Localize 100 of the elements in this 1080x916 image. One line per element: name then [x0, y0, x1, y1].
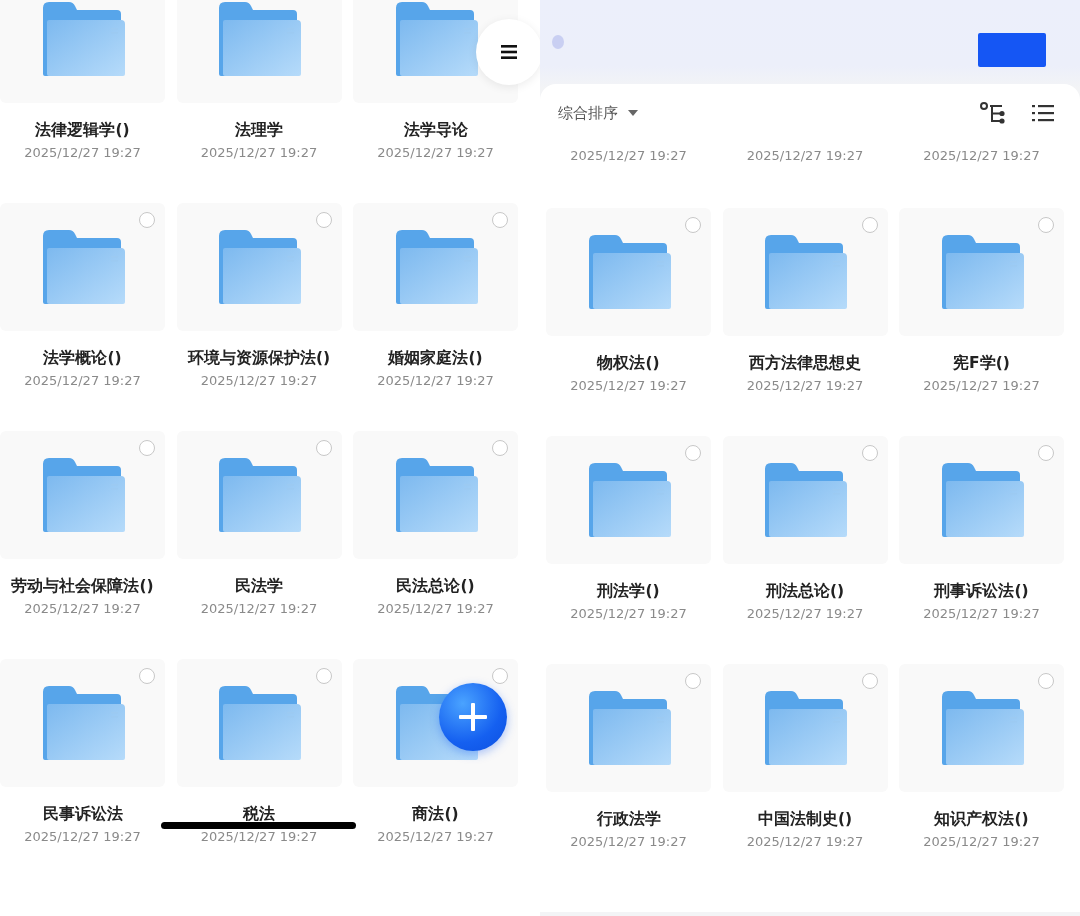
folder-date: 2025/12/27 19:27	[570, 148, 687, 164]
folder-icon	[939, 461, 1024, 539]
sort-dropdown[interactable]: 综合排序	[558, 103, 638, 123]
select-checkbox[interactable]	[1038, 217, 1054, 233]
folder-date: 2025/12/27 19:27	[24, 601, 141, 617]
select-checkbox[interactable]	[315, 212, 332, 228]
folder-date: 2025/12/27 19:27	[923, 834, 1040, 850]
folder-icon	[40, 228, 125, 306]
folder-name: 刑事诉讼法()	[934, 581, 1029, 601]
folder-tile[interactable]	[0, 0, 165, 103]
folder-tile[interactable]	[176, 659, 342, 787]
select-checkbox[interactable]	[492, 668, 508, 684]
list-view-icon[interactable]	[1032, 104, 1054, 122]
folder-icon	[393, 228, 478, 306]
select-checkbox[interactable]	[861, 673, 878, 689]
folder-icon	[40, 0, 125, 78]
folder-tile[interactable]	[546, 664, 711, 792]
folder-name: 民事诉讼法	[42, 804, 123, 824]
select-checkbox[interactable]	[492, 440, 508, 456]
folder-icon	[939, 233, 1024, 311]
folder-date: 2025/12/27 19:27	[570, 606, 687, 622]
folder-name: 宪F学()	[953, 353, 1010, 373]
select-checkbox[interactable]	[861, 217, 878, 233]
caret-icon	[628, 110, 638, 116]
folder-name: 民法学	[235, 576, 283, 596]
folder-icon	[393, 0, 478, 78]
folder-date: 2025/12/27 19:27	[746, 834, 864, 850]
folder-icon	[763, 233, 847, 311]
folder-name: 刑法总论()	[765, 581, 845, 601]
tree-view-icon[interactable]	[980, 102, 1006, 124]
folder-name: 婚姻家庭法()	[388, 348, 483, 368]
folder-name: 法理学	[235, 120, 283, 140]
folder-name: 西方法律思想史	[749, 353, 861, 373]
folder-icon	[586, 689, 671, 767]
folder-tile[interactable]	[0, 203, 165, 331]
select-checkbox[interactable]	[685, 673, 701, 689]
menu-icon	[501, 44, 517, 60]
folder-name: 民法总论()	[396, 576, 475, 596]
folder-name: 法学导论	[403, 120, 468, 140]
select-checkbox[interactable]	[1038, 445, 1054, 461]
folder-name: 物权法()	[597, 353, 660, 373]
select-checkbox[interactable]	[1038, 673, 1054, 689]
folder-tile[interactable]	[722, 208, 888, 336]
folder-tile[interactable]	[176, 203, 342, 331]
folder-date: 2025/12/27 19:27	[923, 148, 1040, 164]
folder-tile[interactable]	[722, 664, 888, 792]
folder-tile[interactable]	[899, 208, 1064, 336]
folder-icon	[763, 689, 847, 767]
folder-name: 税法	[243, 804, 275, 824]
folder-tile[interactable]	[0, 431, 165, 559]
folder-name: 知识产权法()	[934, 809, 1029, 829]
select-checkbox[interactable]	[315, 440, 332, 456]
folder-date: 2025/12/27 19:27	[200, 829, 318, 845]
folder-date: 2025/12/27 19:27	[377, 601, 494, 617]
folder-tile[interactable]	[546, 436, 711, 564]
folder-date: 2025/12/27 19:27	[923, 378, 1040, 394]
select-checkbox[interactable]	[139, 440, 155, 456]
folder-date: 2025/12/27 19:27	[200, 145, 318, 161]
folder-icon	[217, 0, 301, 78]
folder-tile[interactable]	[0, 659, 165, 787]
folder-icon	[393, 456, 478, 534]
folder-name: 法律逻辑学()	[35, 120, 130, 140]
select-checkbox[interactable]	[861, 445, 878, 461]
folder-name: 劳动与社会保障法()	[11, 576, 154, 596]
folder-date: 2025/12/27 19:27	[746, 606, 864, 622]
folder-icon	[586, 233, 671, 311]
select-checkbox[interactable]	[315, 668, 332, 684]
folder-date: 2025/12/27 19:27	[200, 373, 318, 389]
folder-name: 刑法学()	[597, 581, 660, 601]
folder-tile[interactable]	[353, 203, 518, 331]
folder-date: 2025/12/27 19:27	[923, 606, 1040, 622]
folder-date: 2025/12/27 19:27	[377, 373, 494, 389]
select-checkbox[interactable]	[685, 217, 701, 233]
folder-icon	[217, 228, 301, 306]
select-checkbox[interactable]	[139, 668, 155, 684]
folder-icon	[939, 689, 1024, 767]
folder-icon	[217, 456, 301, 534]
plus-icon	[459, 703, 487, 731]
folder-date: 2025/12/27 19:27	[570, 834, 687, 850]
folder-name: 环境与资源保护法()	[187, 348, 331, 368]
folder-tile[interactable]	[899, 664, 1064, 792]
folder-tile[interactable]	[722, 436, 888, 564]
folder-icon	[40, 684, 125, 762]
folder-tile[interactable]	[899, 436, 1064, 564]
folder-date: 2025/12/27 19:27	[24, 373, 141, 389]
folder-name: 行政法学	[596, 809, 661, 829]
select-checkbox[interactable]	[492, 212, 508, 228]
folder-date: 2025/12/27 19:27	[24, 145, 141, 161]
folder-icon	[40, 456, 125, 534]
folder-tile[interactable]	[176, 0, 342, 103]
folder-name: 法学概论()	[43, 348, 122, 368]
folder-date: 2025/12/27 19:27	[24, 829, 141, 845]
select-checkbox[interactable]	[685, 445, 701, 461]
folder-tile[interactable]	[546, 208, 711, 336]
folder-tile[interactable]	[353, 431, 518, 559]
folder-icon	[763, 461, 847, 539]
folder-date: 2025/12/27 19:27	[377, 145, 494, 161]
folder-date: 2025/12/27 19:27	[377, 829, 494, 845]
folder-tile[interactable]	[176, 431, 342, 559]
select-checkbox[interactable]	[139, 212, 155, 228]
